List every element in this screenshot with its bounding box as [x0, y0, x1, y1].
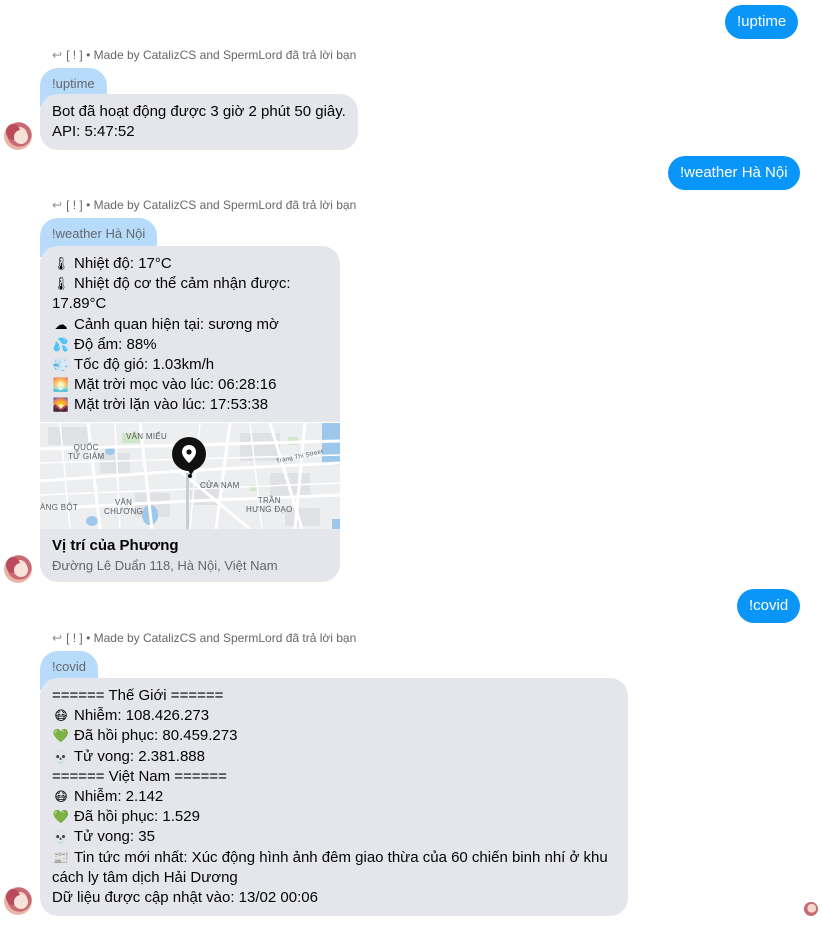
message-line: API: 5:47:52 [52, 123, 135, 141]
message-text: Tử vong: 2.381.888 [74, 747, 205, 765]
message-line: Bot đã hoạt động được 3 giờ 2 phút 50 gi… [52, 103, 346, 120]
reply-indicator: ↩ [ ! ] • Made by CatalizCS and SpermLor… [52, 631, 356, 645]
map-label: ÀNG BỘT [40, 503, 79, 512]
sunset-icon: 🌄 [52, 397, 70, 413]
message-line: 💀 Tử vong: 2.381.888 [52, 747, 616, 767]
message-text: Tốc độ gió: 1.03km/h [74, 356, 215, 374]
green-heart-icon: 💚 [52, 809, 70, 825]
message-text: Nhiễm: 108.426.273 [74, 707, 210, 725]
message-line: 😷 Nhiễm: 108.426.273 [52, 706, 616, 726]
reply-indicator: ↩ [ ! ] • Made by CatalizCS and SpermLor… [52, 48, 356, 62]
map-pin-dot [188, 474, 192, 478]
message-text: Tin tức mới nhất: Xúc động hình ảnh đêm … [74, 848, 608, 866]
message-text: Độ ẩm: 88% [74, 335, 157, 353]
reply-arrow-icon: ↩ [52, 198, 63, 212]
sunrise-icon: 🌅 [52, 377, 70, 393]
reply-meta-text: [ ! ] • Made by CatalizCS and SpermLord … [66, 48, 357, 62]
message-text: Đã hồi phục: 1.529 [74, 808, 200, 826]
message-line: 💦 Độ ẩm: 88% [52, 335, 328, 355]
message-text: ====== Thế Giới ====== [52, 687, 224, 704]
message-text: Dữ liệu được cập nhật vào: 13/02 00:06 [52, 889, 318, 907]
skull-icon: 💀 [52, 748, 70, 764]
outgoing-message[interactable]: !covid [737, 589, 801, 623]
reply-arrow-icon: ↩ [52, 631, 63, 645]
message-text: 17.89°C [52, 295, 107, 313]
message-text: Cảnh quan hiện tại: sương mờ [74, 315, 279, 333]
message-line: 😷 Nhiễm: 2.142 [52, 787, 616, 807]
newspaper-icon: 📰 [52, 849, 70, 865]
message-line: 📰 Tin tức mới nhất: Xúc động hình ảnh đêm… [52, 848, 616, 868]
message-text: ====== Việt Nam ====== [52, 767, 227, 785]
avatar[interactable] [4, 122, 32, 150]
message-text: Tử vong: 35 [74, 828, 155, 846]
reply-arrow-icon: ↩ [52, 48, 63, 62]
droplets-icon: 💦 [52, 336, 70, 352]
sick-face-icon: 😷 [54, 708, 68, 724]
location-card[interactable]: VĂN MIẾU QUỐC TỬ GIÁM CỬA NAM ÀNG BỘT VĂ… [40, 423, 340, 582]
message-line: 💀 Tử vong: 35 [52, 827, 616, 847]
incoming-message[interactable]: 🌡 Nhiệt độ: 17°C 🌡 Nhiệt độ cơ thể cảm nhận… [40, 246, 340, 422]
message-text: Nhiễm: 2.142 [74, 788, 164, 806]
message-line: 💨 Tốc độ gió: 1.03km/h [52, 355, 328, 375]
incoming-message[interactable]: Bot đã hoạt động được 3 giờ 2 phút 50 gi… [40, 94, 358, 151]
message-line: 💚 Đã hồi phục: 1.529 [52, 807, 616, 827]
map-label: TRẦN HƯNG ĐẠO [246, 496, 293, 514]
location-title: Vị trí của Phương [52, 537, 179, 554]
message-line: 🌡 Nhiệt độ: 17°C [52, 254, 328, 274]
wind-icon: 💨 [52, 357, 70, 373]
map-label: VĂN CHƯƠNG [104, 498, 144, 516]
message-line: Dữ liệu được cập nhật vào: 13/02 00:06 [52, 888, 616, 908]
message-text: Mặt trời lặn vào lúc: 17:53:38 [74, 396, 269, 414]
message-line: ====== Thế Giới ====== [52, 686, 616, 706]
map-preview[interactable]: VĂN MIẾU QUỐC TỬ GIÁM CỬA NAM ÀNG BỘT VĂ… [40, 423, 340, 529]
seen-avatar-icon [804, 902, 818, 916]
message-line: 💚 Đã hồi phục: 80.459.273 [52, 726, 616, 746]
thermometer-icon: 🌡 [52, 276, 70, 292]
message-line: 🌡 Nhiệt độ cơ thể cảm nhận được: [52, 274, 328, 294]
reply-meta-text: [ ! ] • Made by CatalizCS and SpermLord … [66, 631, 357, 645]
outgoing-message[interactable]: !weather Hà Nội [668, 156, 800, 190]
message-line: ☁ Cảnh quan hiện tại: sương mờ [52, 315, 328, 335]
message-text: Nhiệt độ: 17°C [74, 255, 172, 272]
message-text: Đã hồi phục: 80.459.273 [74, 727, 238, 745]
reply-meta-text: [ ! ] • Made by CatalizCS and SpermLord … [66, 198, 357, 212]
message-text: cách ly tâm dịch Hải Dương [52, 868, 238, 886]
message-line: ====== Việt Nam ====== [52, 767, 616, 787]
map-pin-icon [172, 437, 206, 471]
message-text: Nhiệt độ cơ thể cảm nhận được: [74, 275, 291, 293]
outgoing-message[interactable]: !uptime [725, 5, 799, 39]
message-line: cách ly tâm dịch Hải Dương [52, 868, 616, 888]
map-label: QUỐC TỬ GIÁM [68, 443, 105, 461]
message-line: 🌅 Mặt trời mọc vào lúc: 06:28:16 [52, 375, 328, 395]
avatar[interactable] [4, 555, 32, 583]
thermometer-icon: 🌡 [52, 256, 70, 271]
message-text: Mặt trời mọc vào lúc: 06:28:16 [74, 376, 277, 394]
map-label: VĂN MIẾU [126, 432, 168, 441]
message-line: 🌄 Mặt trời lặn vào lúc: 17:53:38 [52, 395, 328, 415]
incoming-message[interactable]: ====== Thế Giới ====== 😷 Nhiễm: 108.426.27… [40, 678, 628, 917]
reply-indicator: ↩ [ ! ] • Made by CatalizCS and SpermLor… [52, 198, 356, 212]
sick-face-icon: 😷 [54, 789, 68, 805]
message-line: 17.89°C [52, 294, 328, 314]
location-address: Đường Lê Duẩn 118, Hà Nội, Việt Nam [52, 558, 278, 573]
skull-icon: 💀 [52, 829, 70, 845]
green-heart-icon: 💚 [52, 728, 70, 744]
cloud-icon: ☁ [54, 316, 68, 332]
avatar[interactable] [4, 887, 32, 915]
map-label: CỬA NAM [200, 481, 240, 490]
